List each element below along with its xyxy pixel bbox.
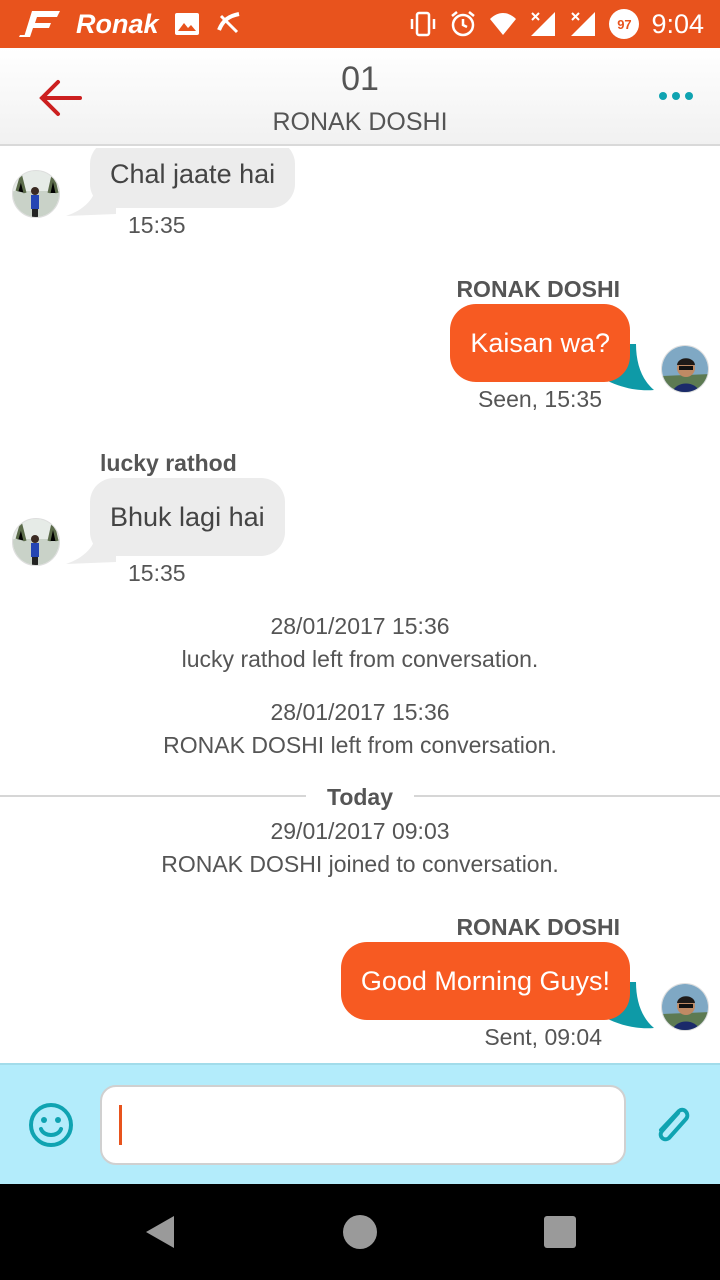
status-bar: Ronak 97 9:04: [0, 0, 720, 48]
system-nav-bar: [0, 1184, 720, 1280]
message-status: Sent, 09:04: [484, 1024, 602, 1050]
nav-home-icon[interactable]: [342, 1214, 378, 1250]
message-bubble[interactable]: Chal jaate hai: [90, 148, 296, 208]
nav-back-icon[interactable]: [142, 1214, 178, 1250]
app-logo-icon: [19, 11, 60, 37]
more-dot-icon: [672, 92, 680, 100]
message-time: 15:35: [128, 212, 186, 238]
text-caret: [119, 1105, 122, 1145]
system-message: 29/01/2017 09:03 RONAK DOSHI joined to c…: [0, 815, 720, 881]
avatar[interactable]: [661, 983, 709, 1031]
avatar[interactable]: [12, 518, 60, 566]
avatar-photo-icon: [13, 171, 59, 217]
message-bubble[interactable]: Good Morning Guys!: [340, 942, 630, 1020]
system-message: 28/01/2017 15:36 RONAK DOSHI left from c…: [0, 696, 720, 762]
avatar-photo-icon: [662, 984, 708, 1030]
system-message: 28/01/2017 15:36 lucky rathod left from …: [0, 610, 720, 676]
sender-name: RONAK DOSHI: [456, 276, 620, 302]
nav-recents-icon[interactable]: [542, 1214, 578, 1250]
avatar[interactable]: [12, 170, 60, 218]
system-message-text: RONAK DOSHI left from conversation.: [163, 732, 557, 758]
system-message-text: RONAK DOSHI joined to conversation.: [161, 851, 559, 877]
system-message-text: lucky rathod left from conversation.: [181, 646, 539, 672]
emoji-icon[interactable]: [27, 1101, 75, 1149]
date-divider-label: Today: [326, 784, 394, 810]
status-time: 9:04: [651, 8, 704, 39]
message-text: Chal jaate hai: [110, 158, 276, 189]
signal-icon: [571, 12, 596, 36]
more-options-button[interactable]: [656, 84, 696, 108]
message-text: Good Morning Guys!: [360, 965, 610, 996]
signal-icon: [531, 12, 556, 36]
system-message-time: 28/01/2017 15:36: [270, 699, 450, 725]
missed-call-icon: [216, 12, 239, 34]
message-status: Seen, 15:35: [477, 386, 602, 412]
chat-header: 01 RONAK DOSHI: [0, 48, 720, 146]
message-bubble[interactable]: Bhuk lagi hai: [90, 478, 285, 556]
chat-title: 01: [341, 60, 379, 98]
message-time: 15:35: [128, 560, 186, 586]
wifi-icon: [490, 13, 517, 35]
avatar-photo-icon: [13, 519, 59, 565]
image-icon: [174, 13, 199, 35]
paperclip-icon[interactable]: [648, 1101, 696, 1149]
message-text: Kaisan wa?: [470, 327, 610, 358]
message-list[interactable]: Chal jaate hai 15:35 RONAK DOSHI Kaisan …: [0, 148, 720, 1062]
more-dot-icon: [685, 92, 693, 100]
carrier-name: Ronak: [76, 8, 159, 39]
system-message-time: 29/01/2017 09:03: [270, 818, 450, 844]
sender-name: lucky rathod: [100, 450, 237, 476]
message-bubble[interactable]: Kaisan wa?: [450, 304, 630, 382]
battery-icon: 97: [609, 9, 640, 39]
avatar[interactable]: [661, 345, 709, 393]
vibrate-icon: [411, 11, 436, 37]
message-text: Bhuk lagi hai: [110, 501, 265, 532]
message-input[interactable]: [100, 1085, 626, 1165]
chat-subtitle: RONAK DOSHI: [272, 108, 448, 136]
alarm-icon: [451, 11, 476, 37]
sender-name: RONAK DOSHI: [456, 914, 620, 940]
avatar-photo-icon: [662, 346, 708, 392]
date-divider-line: [414, 795, 720, 797]
more-dot-icon: [659, 92, 667, 100]
system-message-time: 28/01/2017 15:36: [270, 613, 450, 639]
message-composer: [0, 1063, 720, 1184]
